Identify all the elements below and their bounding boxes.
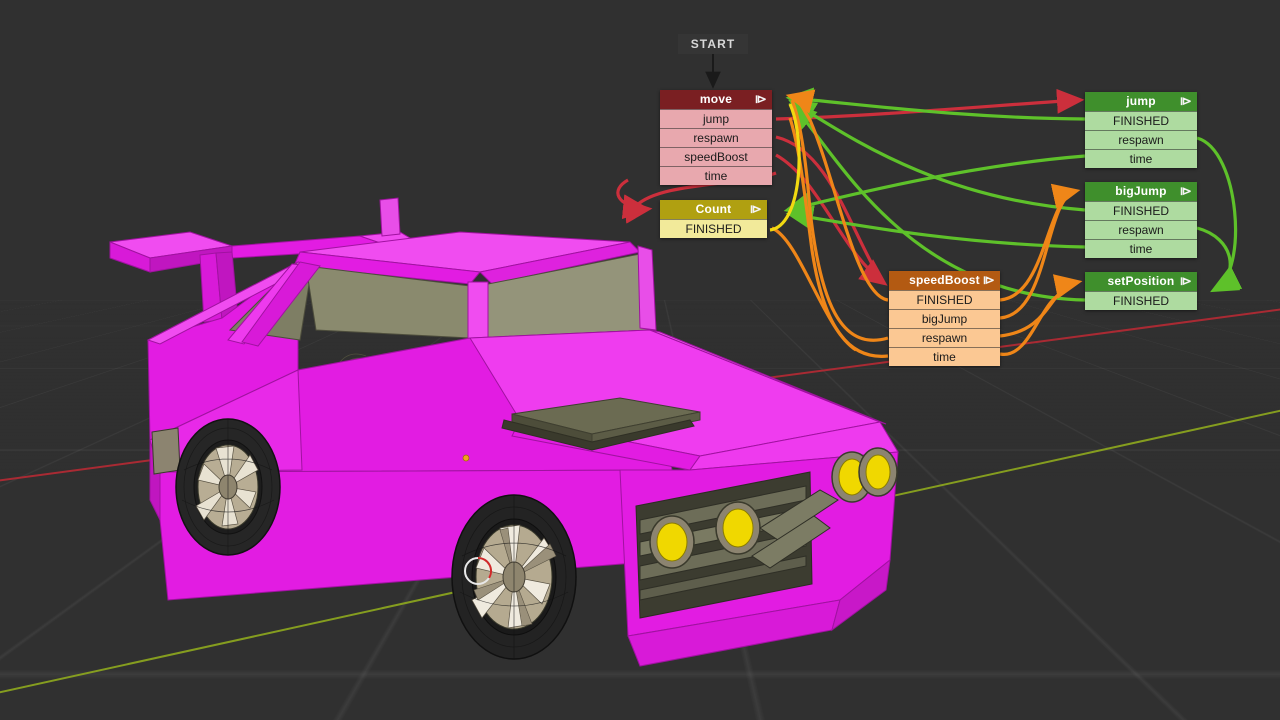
node-header-bigJump[interactable]: bigJump ⧐ xyxy=(1085,182,1197,201)
edge-bigjump-finished-move xyxy=(792,102,1085,210)
edge-count-finished-move xyxy=(770,104,799,230)
node-header-setPosition[interactable]: setPosition ⧐ xyxy=(1085,272,1197,291)
node-port-row[interactable]: bigJump xyxy=(889,309,1000,328)
edge-speedboost-respawn-setposition xyxy=(1000,282,1078,336)
edge-count-to-speedboost-region xyxy=(772,228,856,350)
node-port-row[interactable]: jump xyxy=(660,109,772,128)
visual-script-graph[interactable]: START move ⧐ jump respawn speedBoost time Coun… xyxy=(0,0,1280,720)
node-port-row[interactable]: time xyxy=(1085,149,1197,168)
node-port-row[interactable]: respawn xyxy=(660,128,772,147)
graph-node-speedBoost[interactable]: speedBoost ⧐ FINISHED bigJump respawn time xyxy=(889,271,1000,366)
node-port-row[interactable]: FINISHED xyxy=(889,290,1000,309)
speaker-icon[interactable]: ⧐ xyxy=(983,271,995,290)
node-header-count[interactable]: Count ⧐ xyxy=(660,200,767,219)
node-header-move[interactable]: move ⧐ xyxy=(660,90,772,109)
speaker-icon[interactable]: ⧐ xyxy=(1180,272,1192,291)
node-title: jump xyxy=(1126,94,1155,108)
graph-node-move[interactable]: move ⧐ jump respawn speedBoost time xyxy=(660,90,772,185)
node-port-row[interactable]: FINISHED xyxy=(1085,291,1197,310)
node-port-row[interactable]: FINISHED xyxy=(1085,111,1197,130)
edge-bigjump-respawn-setposition xyxy=(1197,228,1230,290)
graph-node-count[interactable]: Count ⧐ FINISHED xyxy=(660,200,767,238)
edge-bigjump-time-count xyxy=(790,214,1085,247)
edge-move-speedboost xyxy=(776,155,884,283)
node-port-row[interactable]: respawn xyxy=(1085,130,1197,149)
node-port-row[interactable]: speedBoost xyxy=(660,147,772,166)
edge-jump-time-count xyxy=(788,156,1085,210)
node-port-row[interactable]: FINISHED xyxy=(1085,201,1197,220)
speaker-icon[interactable]: ⧐ xyxy=(1180,182,1192,201)
start-label: START xyxy=(678,34,748,54)
edge-speedboost-respawn-back xyxy=(792,100,888,340)
graph-node-setPosition[interactable]: setPosition ⧐ FINISHED xyxy=(1085,272,1197,310)
speaker-icon[interactable]: ⧐ xyxy=(1180,92,1192,111)
node-port-row[interactable]: time xyxy=(889,347,1000,366)
edge-jump-respawn-setposition xyxy=(1197,138,1236,288)
graph-node-jump[interactable]: jump ⧐ FINISHED respawn time xyxy=(1085,92,1197,168)
node-title: bigJump xyxy=(1115,184,1166,198)
edge-jump-finished-move xyxy=(790,98,1085,119)
edge-speedboost-finished-curve xyxy=(1000,192,1074,300)
node-title: speedBoost xyxy=(909,273,980,287)
node-header-jump[interactable]: jump ⧐ xyxy=(1085,92,1197,111)
viewport-stage: START move ⧐ jump respawn speedBoost time Coun… xyxy=(0,0,1280,720)
node-title: setPosition xyxy=(1108,274,1175,288)
speaker-icon[interactable]: ⧐ xyxy=(755,90,767,109)
node-port-row[interactable]: time xyxy=(660,166,772,185)
edge-speedboost-bigjump xyxy=(1000,191,1076,318)
node-port-row[interactable]: FINISHED xyxy=(660,219,767,238)
edge-speedboost-time-curve xyxy=(1000,292,1064,354)
node-port-row[interactable]: respawn xyxy=(889,328,1000,347)
graph-node-bigJump[interactable]: bigJump ⧐ FINISHED respawn time xyxy=(1085,182,1197,258)
edge-speedboost-time-back xyxy=(790,118,888,356)
edge-speedboost-finished-move xyxy=(790,96,888,300)
node-title: Count xyxy=(696,202,732,216)
node-port-row[interactable]: respawn xyxy=(1085,220,1197,239)
node-title: move xyxy=(700,92,732,106)
node-header-speedBoost[interactable]: speedBoost ⧐ xyxy=(889,271,1000,290)
edge-move-jump xyxy=(776,100,1080,119)
edge-move-respawn xyxy=(776,137,880,278)
speaker-icon[interactable]: ⧐ xyxy=(750,200,762,219)
edge-left-loop-to-count xyxy=(618,180,646,209)
node-port-row[interactable]: time xyxy=(1085,239,1197,258)
